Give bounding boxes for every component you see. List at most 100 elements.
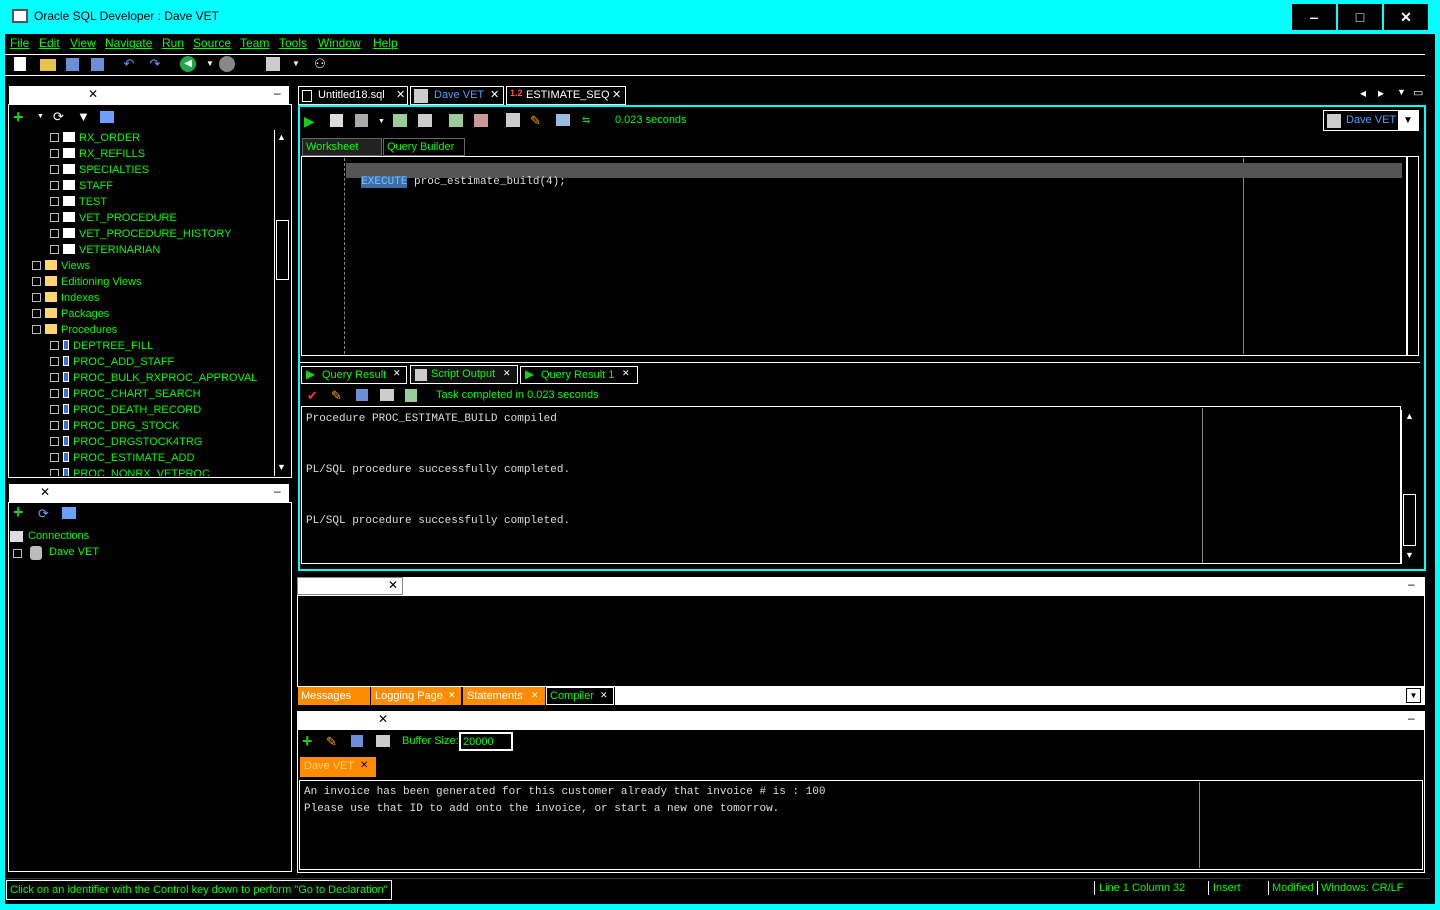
output-print-icon[interactable] (380, 389, 394, 401)
expand-icon[interactable] (50, 197, 59, 206)
code-line-1[interactable]: EXECUTE proc_estimate_build(4); (348, 164, 566, 188)
dbms-clear-icon[interactable]: ✎ (326, 734, 337, 750)
sql-icon[interactable] (266, 57, 280, 71)
new-connection-icon[interactable]: + (13, 503, 24, 521)
editor-vertical-scrollbar[interactable] (1407, 156, 1419, 356)
dbms-tab-close-icon[interactable]: ✕ (360, 760, 368, 771)
tree-item[interactable]: RX_ORDER (32, 130, 272, 146)
connection-dave-vet[interactable]: Dave VET (49, 546, 99, 558)
tab-close-icon[interactable]: ✕ (531, 690, 539, 701)
tab-scroll-right-icon[interactable]: ▸ (1378, 86, 1384, 100)
log-close-icon[interactable]: ✕ (388, 578, 398, 592)
editor-tab-close-icon[interactable]: ✕ (612, 88, 621, 101)
connections-minimize-icon[interactable]: ‒ (274, 484, 281, 498)
output-open-icon[interactable] (405, 389, 417, 402)
expand-icon[interactable] (32, 277, 41, 286)
tree-item[interactable]: Views (32, 258, 272, 274)
tree-scrollbar[interactable]: ▲ ▼ (274, 130, 290, 476)
tree-item[interactable]: VET_PROCEDURE (32, 210, 272, 226)
dbms-save-icon[interactable] (351, 735, 363, 747)
explain-plan-icon[interactable] (393, 114, 407, 127)
tab-query-builder[interactable]: Query Builder (383, 138, 465, 156)
minimize-button[interactable]: ‒ (1292, 4, 1336, 30)
tab-close-icon[interactable]: ✕ (448, 690, 456, 701)
tab-list-icon[interactable]: ▼ (1397, 87, 1406, 97)
tab-close-icon[interactable]: ✕ (503, 368, 511, 379)
buffer-size-input[interactable]: 20000 (459, 732, 513, 751)
menu-tools[interactable]: Tools (279, 36, 307, 50)
expand-icon[interactable] (50, 421, 59, 430)
refresh-icon[interactable]: ⟳ (53, 109, 64, 125)
scroll-thumb[interactable] (1403, 494, 1416, 546)
tree-item[interactable]: Procedures (32, 322, 272, 338)
connection-expand-icon[interactable] (13, 549, 22, 558)
save-all-icon[interactable] (91, 58, 104, 71)
scroll-down-icon[interactable]: ▼ (1405, 550, 1414, 560)
scroll-down-icon[interactable]: ▼ (277, 462, 286, 472)
tree-item[interactable]: PROC_DRG_STOCK (32, 418, 272, 434)
back-dropdown-icon[interactable]: ▼ (202, 56, 218, 72)
sql-tuning-icon[interactable] (418, 114, 432, 127)
tree-item[interactable]: VET_PROCEDURE_HISTORY (32, 226, 272, 242)
tree-panel-minimize-icon[interactable]: ‒ (274, 86, 281, 100)
format-icon[interactable]: ⇆ (582, 115, 590, 126)
commit-icon[interactable] (449, 114, 463, 127)
tree-item[interactable]: PROC_ESTIMATE_ADD (32, 450, 272, 466)
tree-item[interactable]: PROC_DEATH_RECORD (32, 402, 272, 418)
log-tab-menu-icon[interactable]: ▼ (1406, 688, 1421, 703)
tree-item[interactable]: DEPTREE_FILL (32, 338, 272, 354)
expand-icon[interactable] (50, 373, 59, 382)
tree-item[interactable]: PROC_DRGSTOCK4TRG (32, 434, 272, 450)
tab-close-icon[interactable]: ✕ (393, 368, 401, 379)
tree-item[interactable]: RX_REFILLS (32, 146, 272, 162)
scroll-thumb[interactable] (276, 220, 289, 280)
expand-icon[interactable] (50, 357, 59, 366)
binoculars-icon[interactable]: ⚇ (312, 56, 328, 72)
expand-icon[interactable] (32, 309, 41, 318)
close-button[interactable]: ✕ (1384, 4, 1428, 30)
rollback-icon[interactable] (474, 114, 488, 127)
pin-icon[interactable]: ✔ (307, 388, 318, 404)
dbms-print-icon[interactable] (376, 735, 390, 747)
connections-refresh-icon[interactable]: ⟳ (38, 506, 49, 522)
menu-navigate[interactable]: Navigate (105, 36, 152, 50)
expand-icon[interactable] (32, 261, 41, 270)
open-folder-icon[interactable] (40, 59, 56, 71)
dbms-minimize-icon[interactable]: ‒ (1408, 711, 1415, 725)
tree-item[interactable]: VETERINARIAN (32, 242, 272, 258)
expand-icon[interactable] (50, 181, 59, 190)
add-dropdown-icon[interactable]: ▼ (37, 113, 44, 120)
expand-icon[interactable] (50, 165, 59, 174)
expand-icon[interactable] (50, 229, 59, 238)
expand-icon[interactable] (50, 341, 59, 350)
menu-file[interactable]: File (10, 36, 29, 50)
expand-icon[interactable] (50, 453, 59, 462)
autotrace-icon[interactable] (355, 114, 368, 127)
output-save-icon[interactable] (356, 389, 368, 401)
dbms-add-icon[interactable]: + (302, 732, 313, 750)
maximize-button[interactable]: □ (1338, 4, 1382, 30)
add-connection-icon[interactable]: + (13, 108, 24, 126)
dbms-close-icon[interactable]: ✕ (378, 712, 388, 726)
tree-panel-close-icon[interactable]: ✕ (88, 87, 98, 101)
expand-icon[interactable] (50, 213, 59, 222)
undo-icon[interactable]: ↶ (121, 56, 137, 72)
autotrace-dropdown-icon[interactable]: ▼ (378, 118, 385, 125)
expand-icon[interactable] (50, 405, 59, 414)
expand-icon[interactable] (32, 293, 41, 302)
menu-window[interactable]: Window (318, 36, 361, 50)
tree-item[interactable]: PROC_BULK_RXPROC_APPROVAL (32, 370, 272, 386)
tree-item[interactable]: Packages (32, 306, 272, 322)
menu-team[interactable]: Team (240, 36, 269, 50)
redo-icon[interactable]: ↷ (147, 56, 163, 72)
tree-item[interactable]: STAFF (32, 178, 272, 194)
tab-scroll-left-icon[interactable]: ◂ (1360, 86, 1366, 100)
menu-run[interactable]: Run (162, 36, 184, 50)
run-statement-icon[interactable]: ▶ (304, 113, 315, 130)
tree-item[interactable]: PROC_ADD_STAFF (32, 354, 272, 370)
tab-close-icon[interactable]: ✕ (600, 690, 608, 701)
tree-item[interactable]: Editioning Views (32, 274, 272, 290)
eraser-icon[interactable]: ✎ (331, 388, 342, 404)
expand-icon[interactable] (50, 245, 59, 254)
expand-icon[interactable] (50, 437, 59, 446)
